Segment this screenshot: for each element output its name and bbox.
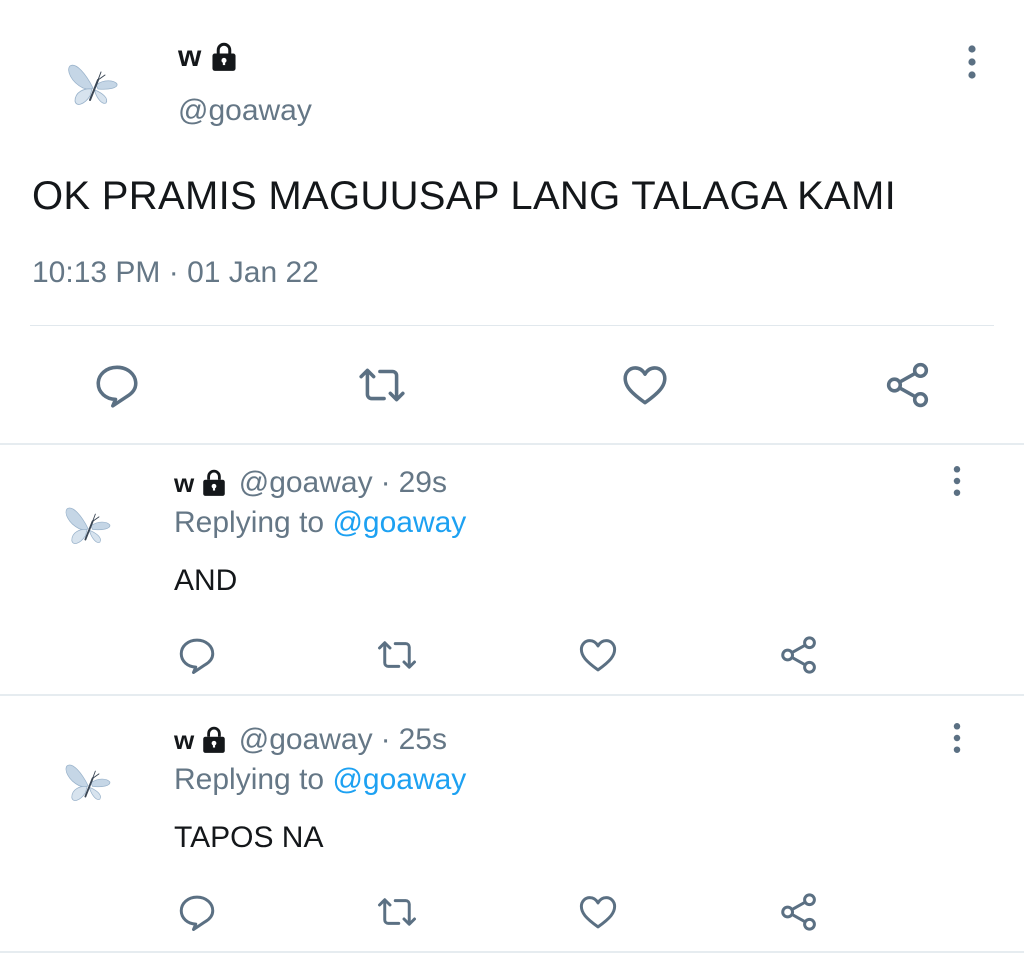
tweet-text: AND <box>174 564 238 597</box>
tweet-timestamp: 10:13 PM · 01 Jan 22 <box>32 256 319 289</box>
handle[interactable]: @goaway <box>239 723 373 757</box>
lock-icon <box>210 42 238 72</box>
author-row: w @goaway · 25s <box>174 723 447 757</box>
like-icon[interactable] <box>577 891 619 933</box>
divider <box>30 325 994 326</box>
reply-time: 29s <box>398 466 447 499</box>
reply-icon[interactable] <box>176 891 218 933</box>
reply-tweet[interactable]: w @goaway · 29s Replying to @goaway AND <box>0 446 1024 702</box>
tweet-text: TAPOS NA <box>174 821 324 854</box>
more-options-icon[interactable] <box>948 464 966 498</box>
replying-to-label: Replying to <box>174 506 333 539</box>
tweet-text: OK PRAMIS MAGUUSAP LANG TALAGA KAMI <box>32 174 897 218</box>
separator: · <box>380 723 391 756</box>
author-row: w @goaway · 29s <box>174 466 447 500</box>
display-name[interactable]: w <box>178 40 202 74</box>
share-icon[interactable] <box>778 891 820 933</box>
divider <box>0 443 1024 445</box>
replying-to-mention[interactable]: @goaway <box>332 763 466 796</box>
retweet-icon[interactable] <box>376 891 418 933</box>
more-options-icon[interactable] <box>962 44 982 80</box>
reply-time: 25s <box>398 723 447 756</box>
display-name[interactable]: w <box>174 725 195 756</box>
divider <box>0 694 1024 696</box>
butterfly-avatar-icon[interactable] <box>60 496 118 554</box>
lock-icon <box>201 469 227 497</box>
reply-icon[interactable] <box>176 634 218 676</box>
reply-tweet[interactable]: w @goaway · 25s Replying to @goaway TAPO… <box>0 703 1024 954</box>
reply-icon[interactable] <box>92 360 142 410</box>
replying-to: Replying to @goaway <box>174 763 466 797</box>
share-icon[interactable] <box>883 360 933 410</box>
like-icon[interactable] <box>620 360 670 410</box>
separator: · <box>380 466 391 499</box>
handle[interactable]: @goaway <box>178 94 312 128</box>
retweet-icon[interactable] <box>376 634 418 676</box>
lock-icon <box>201 726 227 754</box>
handle[interactable]: @goaway <box>239 466 373 500</box>
butterfly-avatar-icon[interactable] <box>62 52 126 116</box>
more-options-icon[interactable] <box>948 721 966 755</box>
butterfly-avatar-icon[interactable] <box>60 753 118 811</box>
retweet-icon[interactable] <box>357 360 407 410</box>
display-name[interactable]: w <box>174 468 195 499</box>
main-tweet: w @goaway OK PRAMIS MAGUUSAP LANG TALAGA… <box>0 0 1024 444</box>
replying-to-label: Replying to <box>174 763 333 796</box>
replying-to-mention[interactable]: @goaway <box>332 506 466 539</box>
replying-to: Replying to @goaway <box>174 506 466 540</box>
divider <box>0 951 1024 953</box>
share-icon[interactable] <box>778 634 820 676</box>
like-icon[interactable] <box>577 634 619 676</box>
author-row: w <box>178 40 238 74</box>
